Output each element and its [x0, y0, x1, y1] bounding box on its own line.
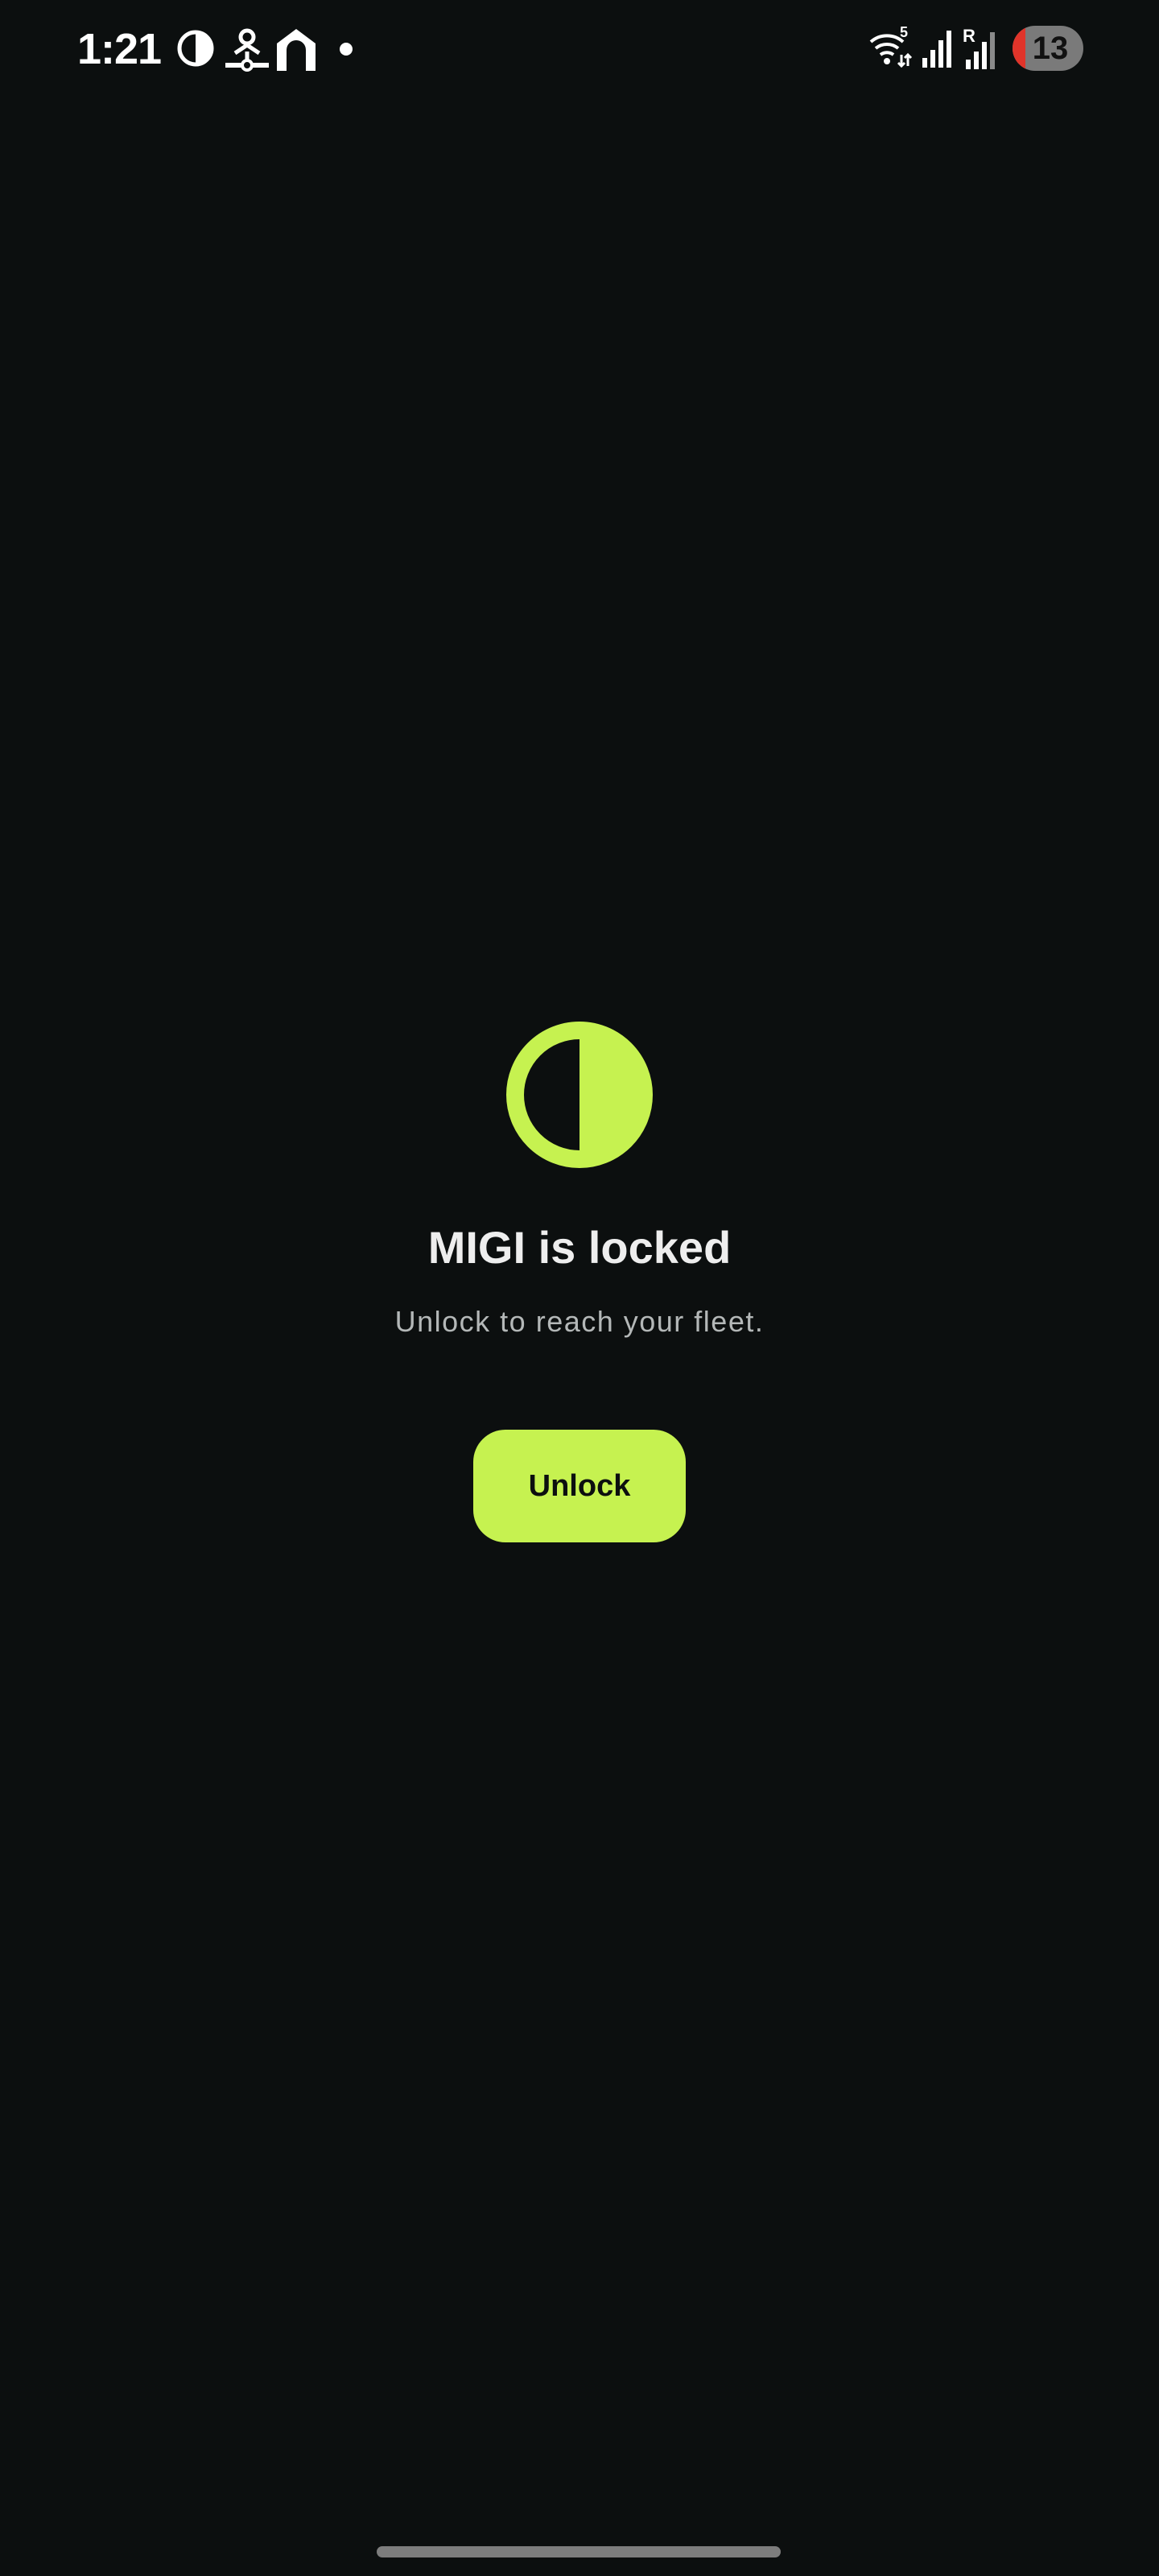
- notification-dot-icon: [340, 43, 353, 56]
- contrast-icon: [177, 30, 214, 67]
- lock-title: MIGI is locked: [427, 1222, 732, 1273]
- svg-text:R: R: [963, 26, 975, 46]
- wifi-5-icon: 5: [869, 26, 913, 68]
- home-icon: [277, 29, 316, 71]
- unlock-button[interactable]: Unlock: [473, 1430, 686, 1542]
- lock-screen: 1:21 5 R 13 MIGI is locked Unlock to rea…: [0, 0, 1159, 2576]
- battery-level: 13: [1032, 31, 1069, 66]
- roaming-signal-icon: R: [963, 26, 995, 69]
- battery-icon: 13: [1013, 26, 1083, 71]
- device-network-icon: [225, 28, 269, 72]
- lock-subtitle: Unlock to reach your fleet.: [394, 1305, 765, 1338]
- unlock-button-label: Unlock: [528, 1469, 631, 1503]
- gesture-navigation-bar[interactable]: [377, 2546, 781, 2557]
- svg-text:5: 5: [900, 26, 908, 40]
- half-circle-logo-icon: [506, 1022, 653, 1168]
- status-bar: 1:21 5 R 13: [0, 0, 1159, 97]
- status-time: 1:21: [77, 25, 162, 73]
- cellular-signal-icon: [922, 31, 951, 68]
